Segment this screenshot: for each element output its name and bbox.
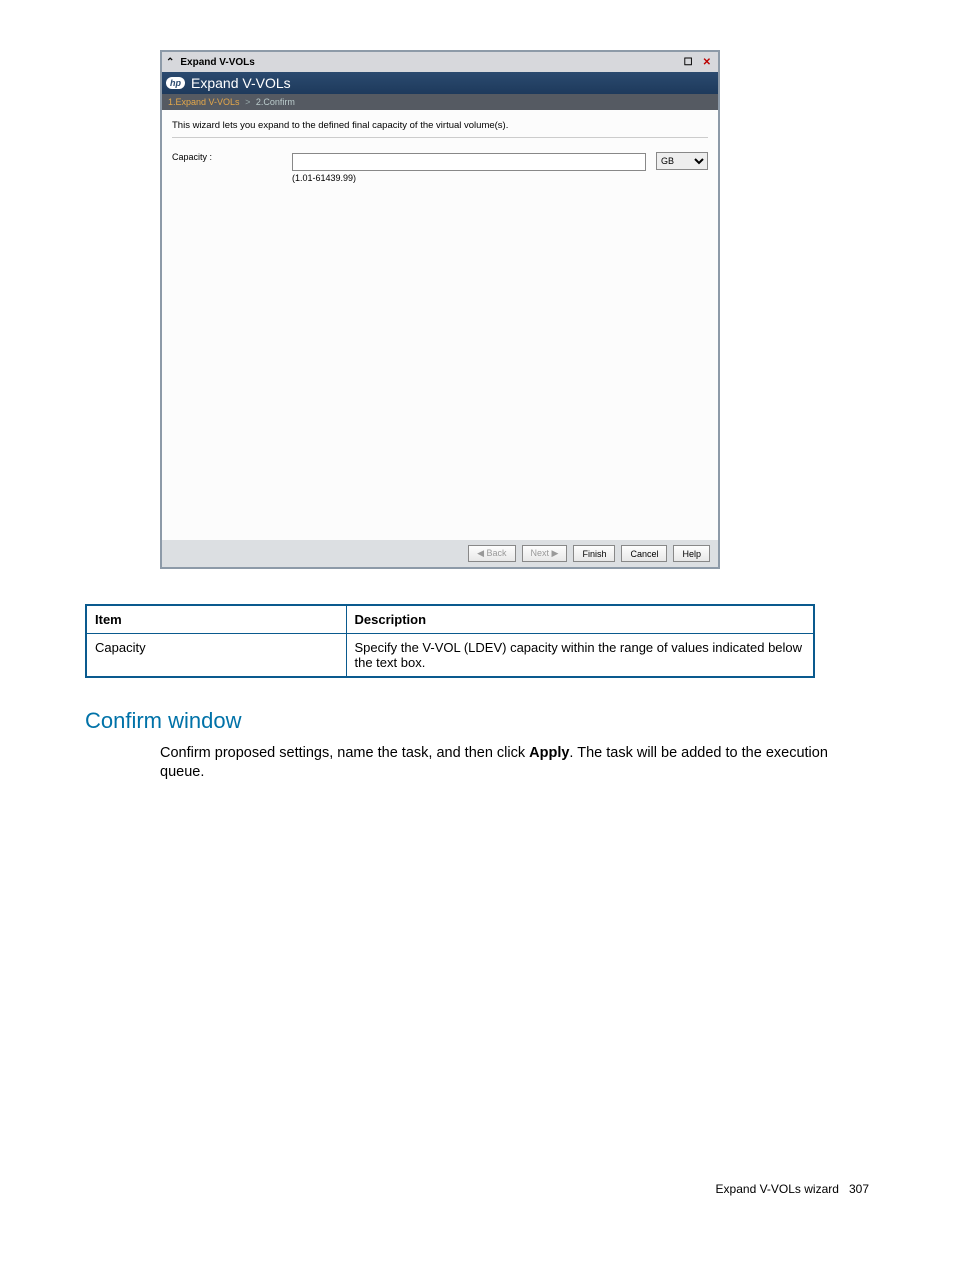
unit-select[interactable]: GB: [656, 152, 708, 170]
table-cell-item: Capacity: [86, 634, 346, 678]
page-footer: Expand V-VOLs wizard 307: [85, 1182, 869, 1196]
table-row: Capacity Specify the V-VOL (LDEV) capaci…: [86, 634, 814, 678]
breadcrumb-step-2: 2.Confirm: [256, 97, 295, 107]
help-button[interactable]: Help: [673, 545, 710, 562]
window-title: Expand V-VOLs: [180, 57, 254, 68]
cancel-button[interactable]: Cancel: [621, 545, 667, 562]
banner: hp Expand V-VOLs: [162, 72, 718, 94]
section-paragraph: Confirm proposed settings, name the task…: [160, 744, 869, 782]
wizard-description: This wizard lets you expand to the defin…: [172, 120, 708, 138]
banner-title: Expand V-VOLs: [191, 75, 291, 91]
table-header-description: Description: [346, 605, 814, 634]
wizard-window: ⌃ Expand V-VOLs ☐ ✕ hp Expand V-VOLs 1.E…: [160, 50, 720, 569]
capacity-row: Capacity : (1.01-61439.99) GB: [172, 152, 708, 183]
breadcrumb-step-1: 1.Expand V-VOLs: [168, 97, 240, 107]
wizard-button-bar: ◀ Back Next ▶ Finish Cancel Help: [162, 540, 718, 567]
capacity-label: Capacity :: [172, 152, 282, 162]
maximize-icon[interactable]: ☐: [681, 57, 696, 68]
wizard-body: This wizard lets you expand to the defin…: [162, 110, 718, 540]
section-text-before: Confirm proposed settings, name the task…: [160, 745, 529, 761]
section-heading: Confirm window: [85, 708, 869, 734]
table-header-item: Item: [86, 605, 346, 634]
close-icon[interactable]: ✕: [700, 57, 714, 68]
window-titlebar: ⌃ Expand V-VOLs ☐ ✕: [162, 52, 718, 72]
footer-page-number: 307: [849, 1182, 869, 1196]
finish-button[interactable]: Finish: [573, 545, 615, 562]
chevron-up-icon[interactable]: ⌃: [166, 57, 174, 68]
section-text-bold: Apply: [529, 745, 569, 761]
table-cell-desc: Specify the V-VOL (LDEV) capacity within…: [346, 634, 814, 678]
next-button: Next ▶: [522, 545, 568, 562]
capacity-input[interactable]: [292, 153, 646, 171]
back-button: ◀ Back: [468, 545, 515, 562]
breadcrumb-separator: >: [245, 97, 250, 107]
hp-logo-icon: hp: [166, 77, 185, 89]
footer-label: Expand V-VOLs wizard: [716, 1182, 839, 1196]
capacity-range-hint: (1.01-61439.99): [292, 173, 646, 183]
description-table: Item Description Capacity Specify the V-…: [85, 604, 815, 678]
breadcrumb: 1.Expand V-VOLs > 2.Confirm: [162, 94, 718, 110]
